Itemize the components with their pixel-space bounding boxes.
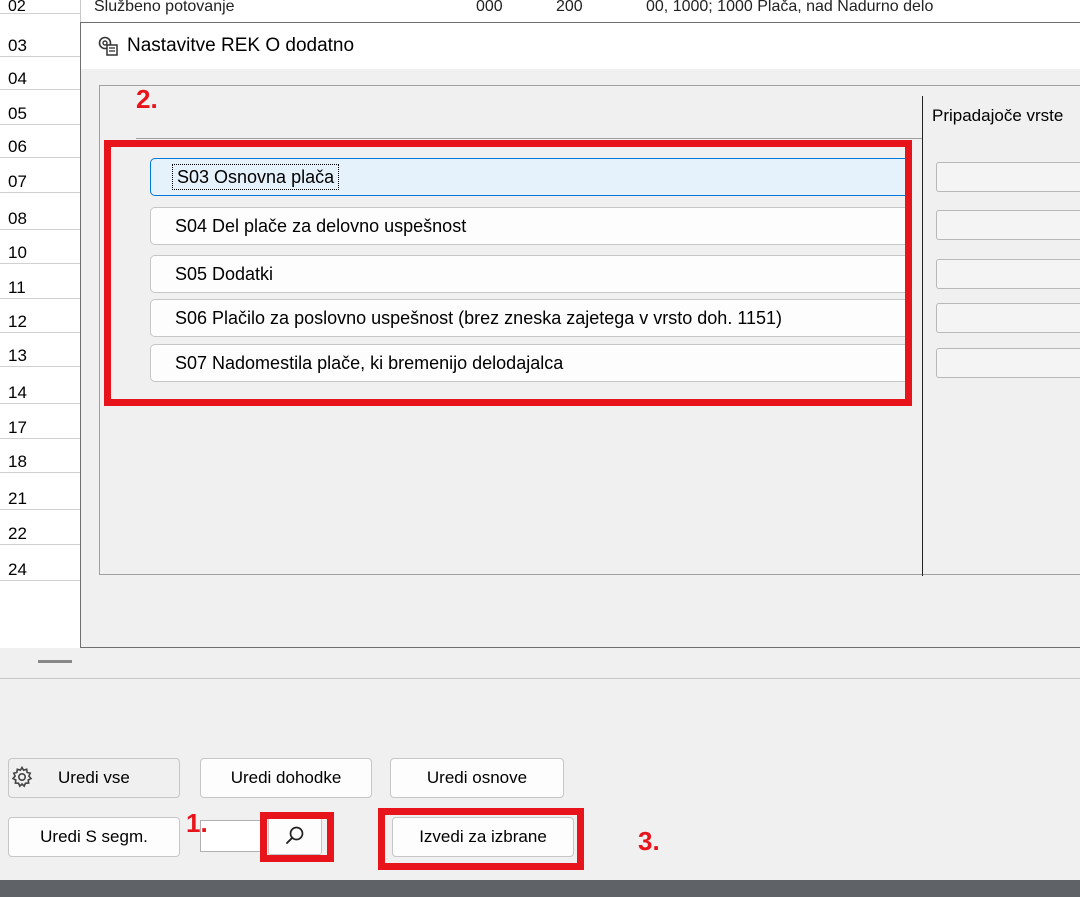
row-number[interactable]: 21	[0, 487, 80, 510]
annotation-box-items	[104, 140, 912, 406]
edit-bases-label: Uredi osnove	[426, 768, 528, 787]
row-number[interactable]: 22	[0, 522, 80, 545]
search-input[interactable]	[200, 820, 262, 852]
row-number[interactable]: 05	[0, 103, 80, 126]
annotation-step-2: 2.	[136, 84, 158, 114]
background-top-row: Službeno potovanje 000 200 00, 1000; 100…	[86, 0, 1080, 22]
top-row-col2: 000	[476, 0, 503, 15]
top-row-col4: 00, 1000; 1000 Plača, nad Nadurno delo	[646, 0, 934, 15]
row-number[interactable]: 08	[0, 207, 80, 230]
dialog-titlebar[interactable]: Nastavitve REK O dodatno	[81, 23, 1080, 69]
row-number[interactable]: 11	[0, 277, 80, 300]
assigned-types-field-s07[interactable]	[936, 348, 1080, 378]
row-number[interactable]: 14	[0, 381, 80, 404]
edit-income-label: Uredi dohodke	[230, 768, 342, 787]
header-underline	[136, 138, 922, 139]
annotation-step-1: 1.	[186, 808, 208, 838]
row-number[interactable]: 24	[0, 559, 80, 582]
row-number[interactable]: 13	[0, 345, 80, 368]
splitter-handle[interactable]	[38, 660, 72, 663]
row-number[interactable]: 17	[0, 416, 80, 439]
annotation-box-run	[378, 808, 584, 870]
row-number[interactable]: 10	[0, 242, 80, 265]
top-row-col3: 200	[556, 0, 583, 15]
annotation-step-3: 3.	[638, 826, 660, 856]
edit-s-segm-button[interactable]: Uredi S segm.	[8, 817, 180, 857]
row-number[interactable]: 07	[0, 171, 80, 194]
assigned-types-field-s06[interactable]	[936, 303, 1080, 333]
assigned-types-field-s04[interactable]	[936, 210, 1080, 240]
settings-window-icon	[98, 36, 118, 56]
edit-income-button[interactable]: Uredi dohodke	[200, 758, 372, 798]
assigned-types-field-s05[interactable]	[936, 259, 1080, 289]
divider	[0, 678, 1080, 679]
dialog-title: Nastavitve REK O dodatno	[127, 35, 355, 56]
top-row-name: Službeno potovanje	[94, 0, 235, 15]
row-number[interactable]: 02	[0, 0, 80, 15]
row-number[interactable]: 12	[0, 310, 80, 333]
row-number[interactable]: 04	[0, 68, 80, 91]
assigned-types-field-s03[interactable]	[936, 162, 1080, 192]
status-bar	[0, 880, 1080, 897]
annotation-box-search	[260, 812, 334, 862]
column-divider	[922, 96, 923, 576]
row-number[interactable]: 06	[0, 136, 80, 159]
edit-s-segm-label: Uredi S segm.	[40, 827, 148, 846]
edit-all-button-frame[interactable]	[8, 758, 180, 798]
row-number[interactable]: 03	[0, 34, 80, 57]
row-number[interactable]: 18	[0, 451, 80, 474]
edit-bases-button[interactable]: Uredi osnove	[390, 758, 564, 798]
column-header-pripadajoce-vrste: Pripadajoče vrste	[932, 106, 1064, 125]
